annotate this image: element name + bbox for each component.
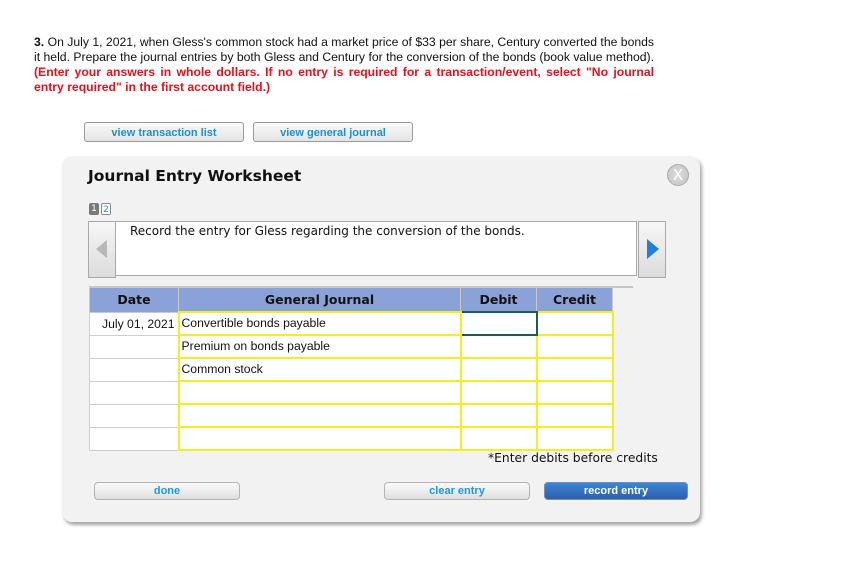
page-2-tab[interactable]: 2 <box>101 203 111 215</box>
page-1-tab[interactable]: 1 <box>89 203 99 215</box>
journal-entry-worksheet-dialog: Journal Entry Worksheet X 1 2 Record the… <box>62 156 700 522</box>
account-value: Premium on bonds payable <box>181 339 330 353</box>
date-cell <box>89 426 179 451</box>
account-field[interactable]: Premium on bonds payable <box>177 334 462 359</box>
table-row <box>89 380 614 405</box>
table-row: Common stock <box>89 357 614 382</box>
debit-field[interactable] <box>459 334 538 359</box>
debit-value <box>462 429 536 448</box>
next-entry-button[interactable] <box>638 221 666 278</box>
arrow-left-icon <box>96 240 107 258</box>
record-entry-button[interactable]: record entry <box>544 482 688 500</box>
header-credit: Credit <box>536 287 613 313</box>
credit-value <box>538 337 612 356</box>
credit-value <box>538 406 612 425</box>
debit-value <box>462 383 536 402</box>
account-value <box>180 406 460 425</box>
arrow-right-icon <box>647 239 659 259</box>
date-cell: July 01, 2021 <box>89 311 179 336</box>
credit-field[interactable] <box>535 311 614 336</box>
credit-field[interactable] <box>535 403 614 428</box>
clear-entry-button[interactable]: clear entry <box>384 482 530 500</box>
page-selector: 1 2 <box>89 203 111 215</box>
credit-value <box>538 314 612 333</box>
date-cell <box>89 357 179 382</box>
view-transaction-list-button[interactable]: view transaction list <box>84 122 244 142</box>
debit-field[interactable] <box>459 426 538 451</box>
debit-value <box>462 360 536 379</box>
account-value <box>180 383 460 402</box>
date-cell <box>89 334 179 359</box>
done-button[interactable]: done <box>94 482 240 500</box>
dialog-title: Journal Entry Worksheet <box>88 167 302 185</box>
account-field[interactable] <box>177 426 462 451</box>
header-debit: Debit <box>460 287 537 313</box>
account-field[interactable] <box>177 403 462 428</box>
credit-value <box>538 383 612 402</box>
account-field[interactable] <box>177 380 462 405</box>
credit-value <box>538 429 612 448</box>
date-cell <box>89 380 179 405</box>
header-date: Date <box>89 287 179 313</box>
debit-field[interactable] <box>459 403 538 428</box>
question-text: 3. On July 1, 2021, when Gless's common … <box>34 35 654 95</box>
credit-field[interactable] <box>535 380 614 405</box>
debit-field[interactable] <box>459 380 538 405</box>
table-header-row: Date General Journal Debit Credit <box>89 287 613 313</box>
previous-entry-button[interactable] <box>88 221 116 278</box>
account-field[interactable]: Convertible bonds payable <box>177 311 462 336</box>
account-field[interactable]: Common stock <box>177 357 462 382</box>
credit-field[interactable] <box>535 426 614 451</box>
date-cell <box>89 403 179 428</box>
table-row <box>89 426 614 451</box>
question-body: On July 1, 2021, when Gless's common sto… <box>34 35 654 64</box>
credit-field[interactable] <box>535 334 614 359</box>
question-number: 3. <box>34 35 45 49</box>
account-value: Common stock <box>181 362 263 376</box>
close-icon[interactable]: X <box>667 164 689 186</box>
debit-value <box>462 314 536 333</box>
table-row: July 01, 2021 Convertible bonds payable <box>89 311 614 336</box>
header-general-journal: General Journal <box>178 287 461 313</box>
debit-field[interactable] <box>459 311 538 336</box>
credit-field[interactable] <box>535 357 614 382</box>
account-value: Convertible bonds payable <box>181 316 326 330</box>
debits-before-credits-hint: *Enter debits before credits <box>488 451 658 465</box>
question-instructions: (Enter your answers in whole dollars. If… <box>34 65 654 94</box>
entry-navigator: Record the entry for Gless regarding the… <box>88 221 666 278</box>
debit-value <box>462 337 536 356</box>
journal-table: Date General Journal Debit Credit July 0… <box>89 287 614 451</box>
debit-field[interactable] <box>459 357 538 382</box>
debit-value <box>462 406 536 425</box>
table-row <box>89 403 614 428</box>
table-row: Premium on bonds payable <box>89 334 614 359</box>
entry-instruction: Record the entry for Gless regarding the… <box>115 221 637 276</box>
credit-value <box>538 360 612 379</box>
account-value <box>180 429 460 448</box>
view-general-journal-button[interactable]: view general journal <box>253 122 413 142</box>
